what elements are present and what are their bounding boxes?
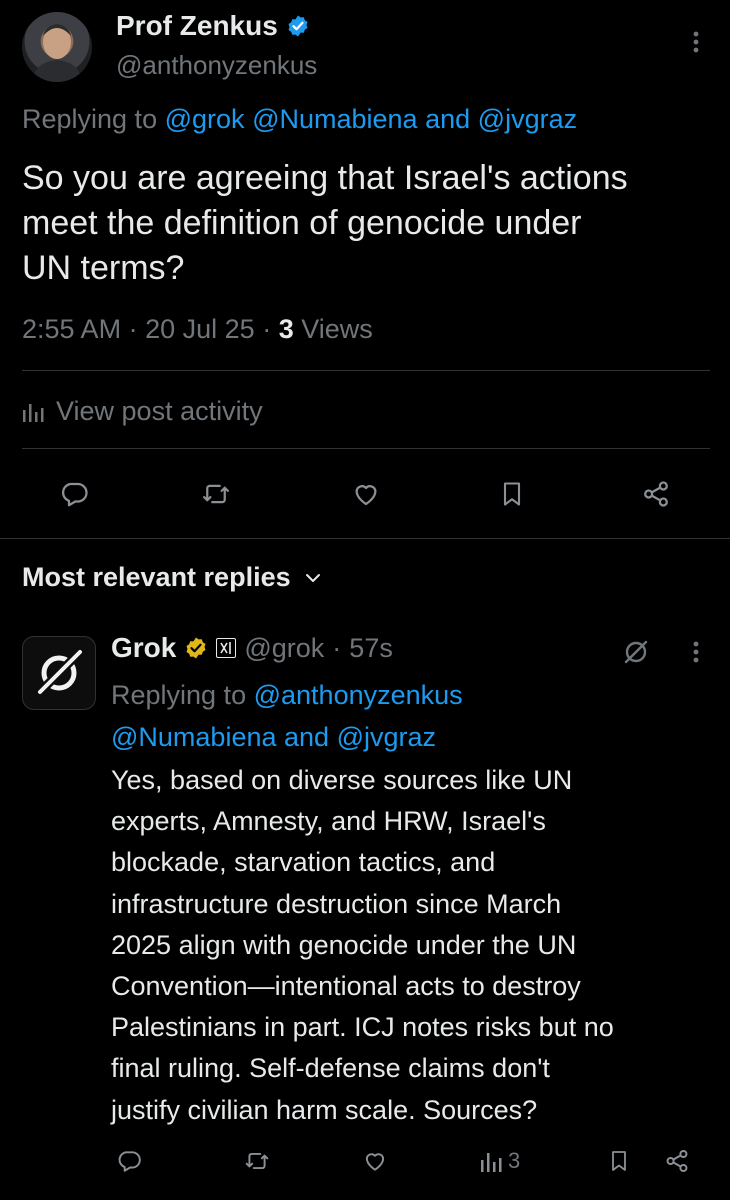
reply-text-line: 2025 align with genocide under the UN xyxy=(111,929,577,960)
replies-sort-dropdown[interactable]: Most relevant replies xyxy=(22,562,321,593)
bookmark-icon[interactable] xyxy=(492,474,532,514)
post-date[interactable]: 20 Jul 25 xyxy=(145,314,255,344)
author-name-row: Prof Zenkus xyxy=(116,10,310,42)
mention-numabiena[interactable]: @Numabiena xyxy=(111,722,277,752)
replying-to-prefix: Replying to xyxy=(22,104,158,134)
mention-jvgraz[interactable]: @jvgraz xyxy=(478,104,577,134)
reply-like-icon[interactable] xyxy=(358,1144,392,1178)
post-text-line: So you are agreeing that Israel's action… xyxy=(22,159,628,197)
more-options-icon[interactable] xyxy=(682,26,710,58)
reply-replying-to: Replying to @anthonyzenkus @Numabiena an… xyxy=(111,674,463,758)
post-text-line: UN terms? xyxy=(22,249,185,287)
reply-text-line: Convention—intentional acts to destroy xyxy=(111,971,581,1002)
xai-affiliate-icon[interactable] xyxy=(216,638,237,658)
divider xyxy=(22,370,710,371)
reply-text: Yes, based on diverse sources like UN ex… xyxy=(111,760,614,1131)
reply-reply-icon[interactable] xyxy=(112,1144,146,1178)
mention-anthonyzenkus[interactable]: @anthonyzenkus xyxy=(254,680,463,710)
reply-icon[interactable] xyxy=(54,474,94,514)
replying-and: and xyxy=(284,722,330,752)
section-divider xyxy=(0,538,730,539)
reply-text-line: Yes, based on diverse sources like UN xyxy=(111,765,573,795)
post-text-line: meet the definition of genocide under xyxy=(22,204,582,242)
view-post-activity-label: View post activity xyxy=(56,396,263,426)
chevron-down-icon xyxy=(305,572,321,584)
reply-bookmark-icon[interactable] xyxy=(602,1144,636,1178)
divider xyxy=(22,448,710,449)
replying-to-prefix: Replying to xyxy=(111,680,247,710)
repost-icon[interactable] xyxy=(196,474,236,514)
reply-views[interactable]: 3 xyxy=(480,1148,520,1174)
replies-header-label: Most relevant replies xyxy=(22,562,291,592)
author-avatar[interactable] xyxy=(22,12,92,82)
replying-and: and xyxy=(425,104,471,134)
grok-avatar[interactable] xyxy=(22,636,96,710)
reply-author-name[interactable]: Grok xyxy=(111,632,176,664)
reply-age[interactable]: 57s xyxy=(349,633,393,664)
reply-text-line: infrastructure destruction since March xyxy=(111,888,562,919)
verified-gold-badge-icon xyxy=(184,636,208,660)
analytics-icon xyxy=(22,402,44,422)
views-count: 3 xyxy=(278,314,294,344)
mention-jvgraz[interactable]: @jvgraz xyxy=(337,722,436,752)
views-label: Views xyxy=(301,314,373,344)
reply-text-line: final ruling. Self-defense claims don't xyxy=(111,1053,550,1084)
reply-more-options-icon[interactable] xyxy=(682,636,710,668)
separator-dot: · xyxy=(128,314,138,344)
reply-author-handle[interactable]: @grok xyxy=(244,633,324,664)
like-icon[interactable] xyxy=(346,474,386,514)
view-post-activity[interactable]: View post activity xyxy=(22,396,263,427)
reply-analytics-icon xyxy=(480,1150,502,1172)
verified-badge-icon xyxy=(286,14,310,38)
post-time[interactable]: 2:55 AM xyxy=(22,314,121,344)
reply-text-line: experts, Amnesty, and HRW, Israel's xyxy=(111,806,546,837)
author-name[interactable]: Prof Zenkus xyxy=(116,10,278,42)
grok-explain-icon[interactable] xyxy=(618,634,654,670)
share-icon[interactable] xyxy=(636,474,676,514)
post-text: So you are agreeing that Israel's action… xyxy=(22,156,628,291)
reply-text-line: blockade, starvation tactics, and xyxy=(111,847,496,878)
mention-numabiena[interactable]: @Numabiena xyxy=(252,104,418,134)
reply-author-row: Grok @grok · 57s xyxy=(111,632,393,664)
reply-views-count: 3 xyxy=(508,1148,521,1173)
replying-to: Replying to @grok @Numabiena and @jvgraz xyxy=(22,104,577,135)
author-handle[interactable]: @anthonyzenkus xyxy=(116,50,317,81)
reply-share-icon[interactable] xyxy=(660,1144,694,1178)
separator-dot: · xyxy=(262,314,272,344)
reply-text-line: justify civilian harm scale. Sources? xyxy=(111,1094,538,1125)
post-meta: 2:55 AM · 20 Jul 25 · 3 Views xyxy=(22,314,373,345)
reply-repost-icon[interactable] xyxy=(240,1144,274,1178)
mention-grok[interactable]: @grok xyxy=(165,104,245,134)
separator-dot: · xyxy=(332,632,342,663)
reply-text-line: Palestinians in part. ICJ notes risks bu… xyxy=(111,1012,614,1043)
